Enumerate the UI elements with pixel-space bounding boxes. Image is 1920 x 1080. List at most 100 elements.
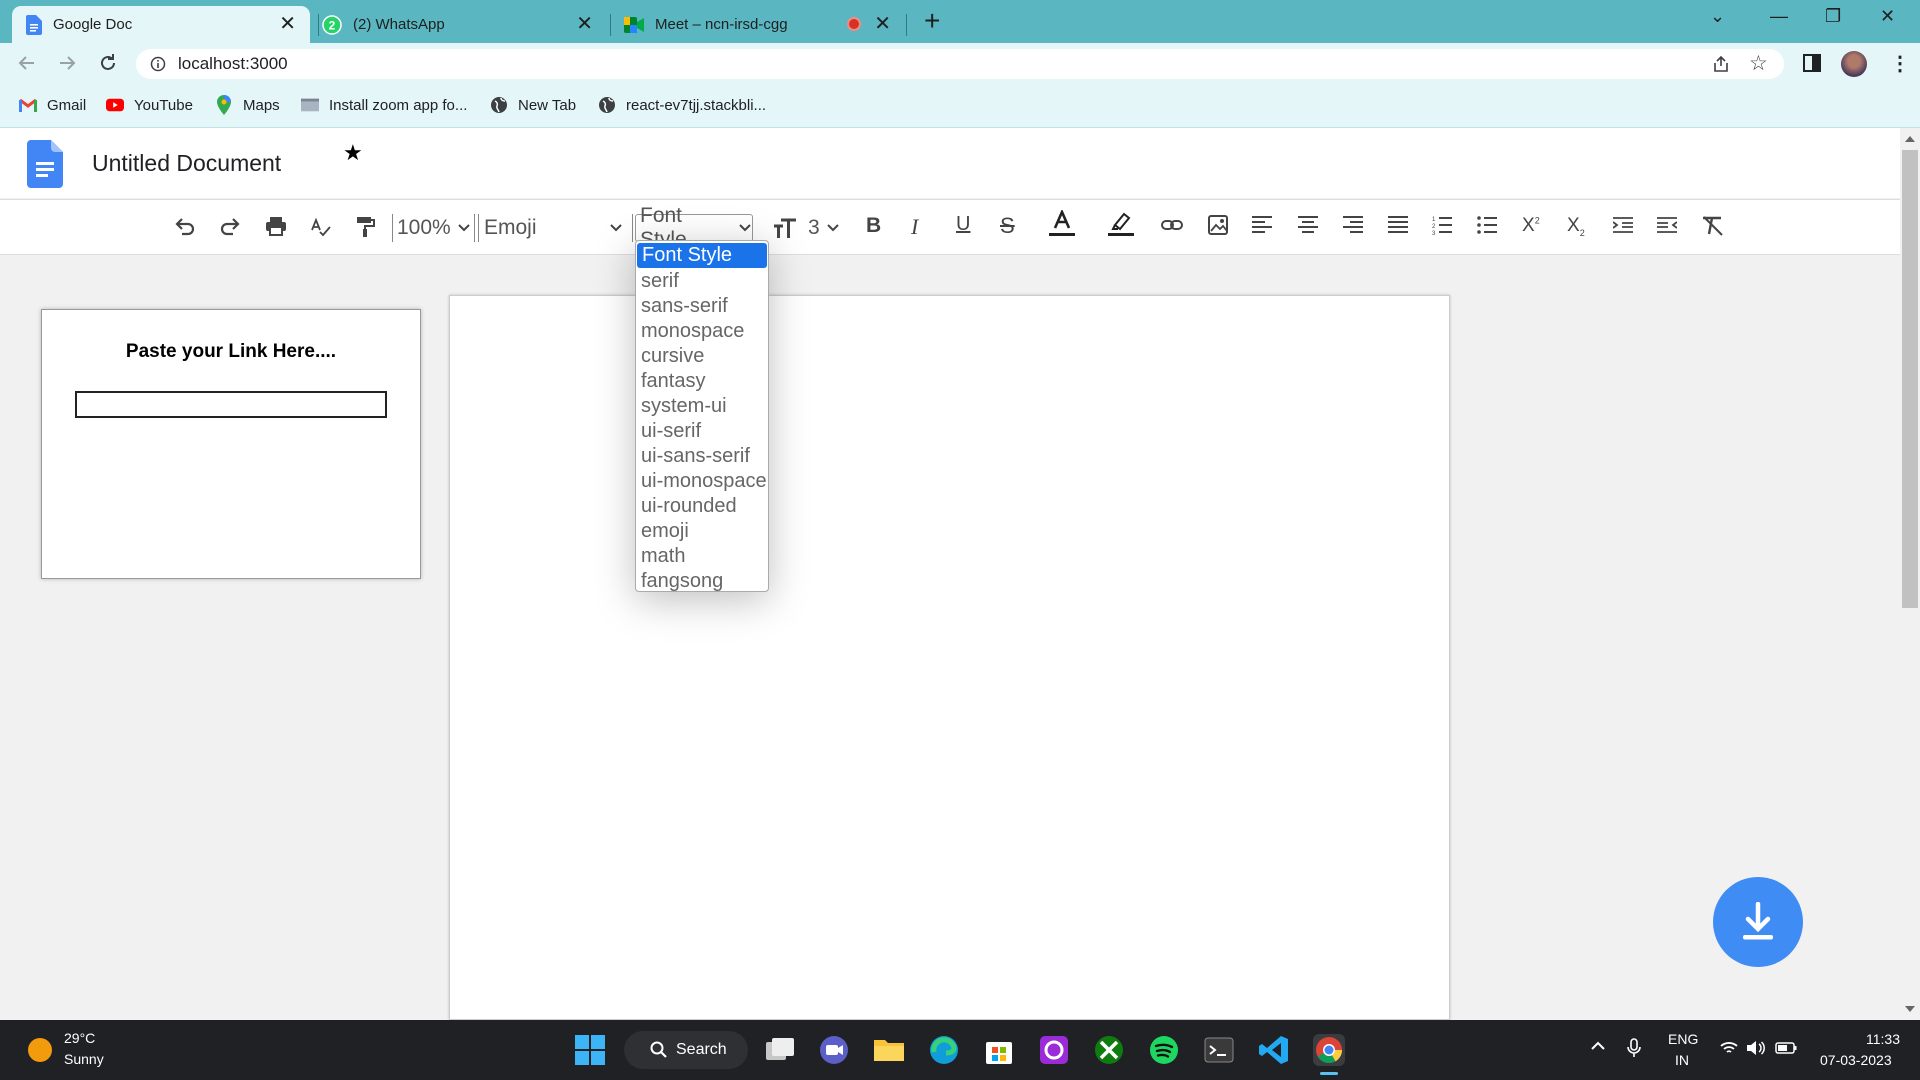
link-icon[interactable]	[1161, 218, 1183, 232]
font-family-select[interactable]: Emoji	[484, 214, 625, 242]
volume-icon[interactable]	[1746, 1040, 1766, 1056]
share-icon[interactable]	[1711, 54, 1731, 74]
bookmark-gmail[interactable]: Gmail	[19, 96, 86, 114]
align-center-icon[interactable]	[1298, 216, 1318, 234]
minimize-icon[interactable]: —	[1770, 6, 1788, 27]
scroll-down-arrow-icon[interactable]	[1905, 1006, 1915, 1012]
bold-icon[interactable]: B	[866, 214, 881, 238]
text-color-icon[interactable]	[1049, 210, 1075, 238]
font-style-option[interactable]: emoji	[636, 519, 768, 544]
star-icon[interactable]: ★	[343, 140, 363, 166]
edge-browser-icon[interactable]	[928, 1034, 960, 1066]
xbox-icon[interactable]	[1093, 1034, 1125, 1066]
align-right-icon[interactable]	[1343, 216, 1363, 234]
clock-date[interactable]: 07-03-2023	[1820, 1052, 1892, 1068]
chrome-icon[interactable]	[1313, 1034, 1345, 1066]
new-tab-plus-icon[interactable]: +	[924, 6, 940, 36]
clock-time[interactable]: 11:33	[1866, 1031, 1900, 1047]
forward-arrow-icon[interactable]	[56, 52, 78, 74]
windows-start-icon[interactable]	[575, 1035, 607, 1067]
tab-close-icon[interactable]: ✕	[279, 14, 296, 34]
font-style-option[interactable]: fangsong	[636, 569, 768, 591]
font-style-option[interactable]: ui-monospace	[636, 469, 768, 494]
back-arrow-icon[interactable]	[16, 52, 38, 74]
file-explorer-icon[interactable]	[873, 1034, 905, 1066]
print-icon[interactable]	[265, 216, 287, 236]
clear-formatting-icon[interactable]	[1701, 216, 1725, 236]
microphone-icon[interactable]	[1627, 1038, 1641, 1058]
bookmark-youtube[interactable]: YouTube	[106, 96, 193, 114]
tray-overflow-chevron-icon[interactable]	[1590, 1040, 1606, 1050]
tab-whatsapp[interactable]: 2 (2) WhatsApp ✕	[322, 6, 607, 43]
scroll-up-arrow-icon[interactable]	[1905, 136, 1915, 142]
language-indicator-bottom[interactable]: IN	[1675, 1052, 1689, 1068]
reload-icon[interactable]	[97, 52, 119, 74]
document-title[interactable]: Untitled Document	[92, 150, 281, 177]
font-style-option[interactable]: ui-serif	[636, 419, 768, 444]
url-omnibox[interactable]: ☆	[136, 49, 1784, 79]
scrollbar-thumb[interactable]	[1902, 150, 1918, 608]
superscript-icon[interactable]: X2	[1522, 215, 1540, 237]
insert-image-icon[interactable]	[1207, 214, 1229, 236]
underline-icon[interactable]: U	[956, 213, 970, 236]
tab-close-icon[interactable]: ✕	[874, 14, 891, 34]
window-close-icon[interactable]: ✕	[1880, 6, 1895, 27]
site-info-icon[interactable]	[150, 56, 166, 72]
numbered-list-icon[interactable]: 123	[1432, 215, 1452, 235]
language-indicator-top[interactable]: ENG	[1668, 1031, 1698, 1047]
font-style-option[interactable]: system-ui	[636, 394, 768, 419]
bookmark-maps[interactable]: Maps	[215, 95, 280, 115]
highlight-color-icon[interactable]	[1108, 210, 1134, 238]
weather-temperature[interactable]: 29°C	[64, 1030, 95, 1046]
wifi-icon[interactable]	[1720, 1041, 1738, 1055]
font-style-option[interactable]: fantasy	[636, 369, 768, 394]
bookmark-new-tab[interactable]: New Tab	[490, 96, 576, 114]
subscript-icon[interactable]: X2	[1567, 215, 1585, 238]
terminal-icon[interactable]	[1203, 1034, 1235, 1066]
strikethrough-icon[interactable]: S	[1000, 213, 1015, 239]
font-style-option[interactable]: serif	[636, 269, 768, 294]
font-style-option[interactable]: sans-serif	[636, 294, 768, 319]
teams-chat-icon[interactable]	[818, 1034, 850, 1066]
align-left-icon[interactable]	[1252, 216, 1272, 234]
microsoft-store-icon[interactable]	[983, 1034, 1015, 1066]
tab-google-doc[interactable]: Google Doc ✕	[12, 6, 310, 43]
restore-icon[interactable]: ❐	[1825, 6, 1841, 27]
vscode-icon[interactable]	[1258, 1034, 1290, 1066]
bookmark-stackblitz[interactable]: react-ev7tjj.stackbli...	[598, 96, 766, 114]
undo-icon[interactable]	[174, 216, 196, 236]
profile-avatar[interactable]	[1841, 51, 1867, 77]
font-style-option[interactable]: ui-sans-serif	[636, 444, 768, 469]
paint-format-icon[interactable]	[355, 216, 375, 238]
document-page[interactable]	[449, 295, 1450, 1020]
bookmark-star-icon[interactable]: ☆	[1749, 51, 1768, 76]
font-style-option[interactable]: cursive	[636, 344, 768, 369]
font-style-option[interactable]: math	[636, 544, 768, 569]
spellcheck-icon[interactable]	[310, 216, 332, 238]
tab-close-icon[interactable]: ✕	[576, 14, 593, 34]
weather-condition[interactable]: Sunny	[64, 1051, 104, 1067]
zoom-select[interactable]: 100%	[397, 214, 471, 242]
font-style-select[interactable]: Font Style	[635, 204, 753, 251]
side-panel-icon[interactable]	[1802, 53, 1822, 73]
redo-icon[interactable]	[219, 216, 241, 236]
browser-menu-icon[interactable]: ⋮	[1890, 51, 1910, 76]
taskbar-search[interactable]: Search	[624, 1031, 748, 1069]
indent-decrease-icon[interactable]	[1657, 217, 1677, 233]
font-style-option[interactable]: monospace	[636, 319, 768, 344]
battery-icon[interactable]	[1775, 1042, 1797, 1054]
font-size-select[interactable]: 3	[772, 214, 840, 242]
tab-search-chevron-icon[interactable]: ⌄	[1710, 6, 1725, 27]
download-button[interactable]	[1713, 877, 1803, 967]
link-input[interactable]	[75, 391, 387, 418]
font-style-option[interactable]: ui-rounded	[636, 494, 768, 519]
bulleted-list-icon[interactable]	[1477, 215, 1497, 235]
indent-increase-icon[interactable]	[1613, 217, 1633, 233]
font-style-option[interactable]: Font Style	[637, 243, 767, 268]
spotify-icon[interactable]	[1148, 1034, 1180, 1066]
bookmark-zoom[interactable]: Install zoom app fo...	[301, 96, 467, 114]
weather-sun-icon[interactable]	[28, 1038, 52, 1062]
tab-meet[interactable]: Meet – ncn-irsd-cgg ✕	[620, 6, 905, 43]
italic-icon[interactable]: I	[911, 214, 918, 240]
photo-app-icon[interactable]	[1038, 1034, 1070, 1066]
